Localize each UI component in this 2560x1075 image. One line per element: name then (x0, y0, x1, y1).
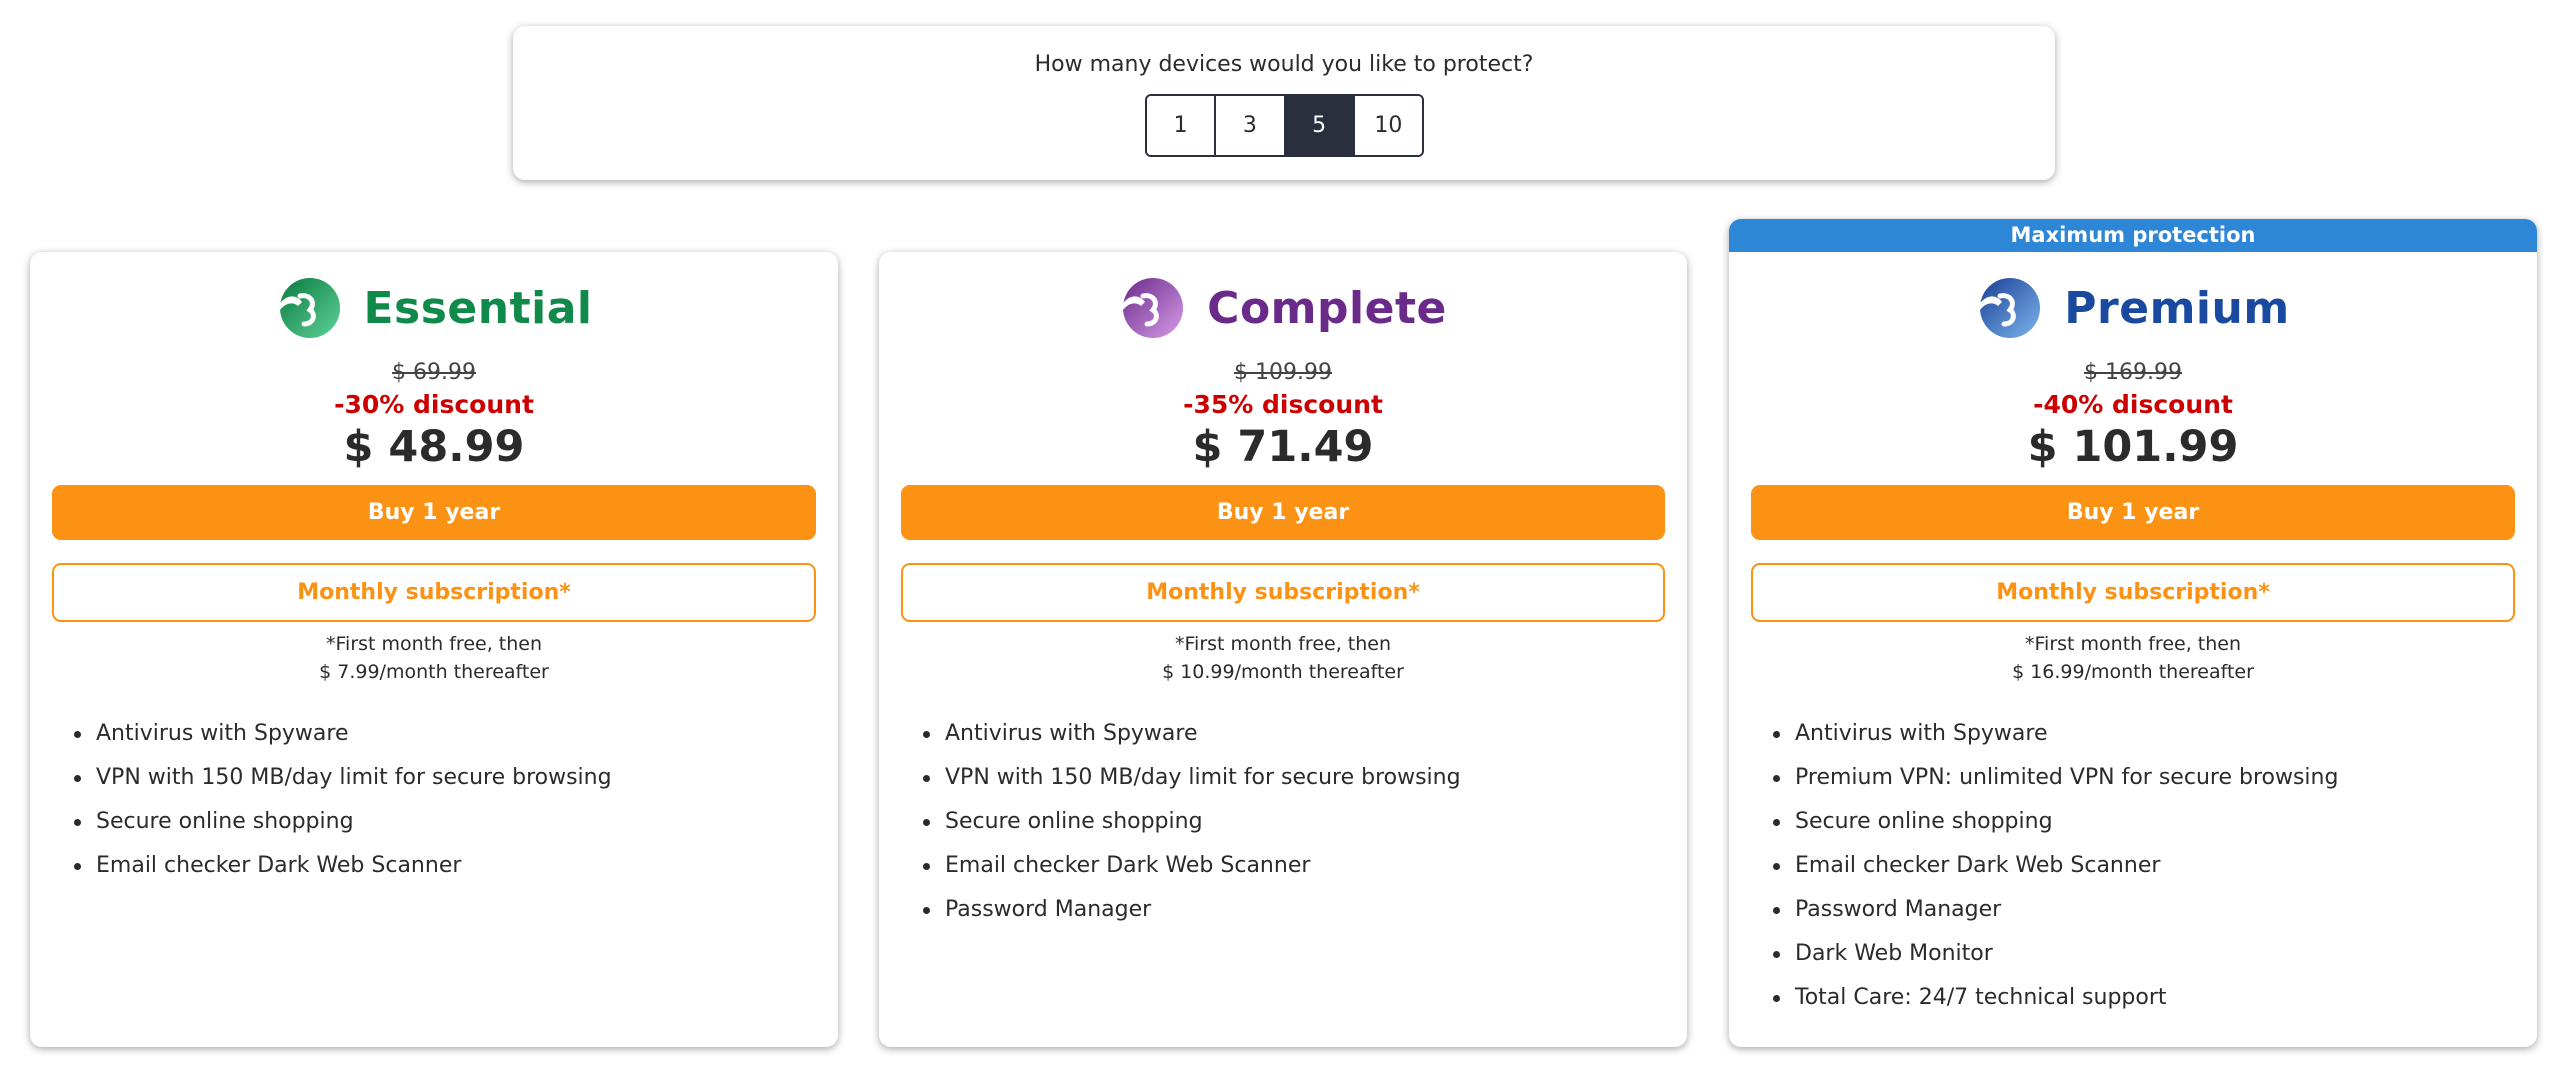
device-option-1[interactable]: 1 (1147, 96, 1217, 155)
feature-item: VPN with 150 MB/day limit for secure bro… (923, 756, 1461, 800)
feature-item: Email checker Dark Web Scanner (74, 844, 612, 888)
buy-1-year-button[interactable]: Buy 1 year (901, 485, 1665, 540)
feature-list: Antivirus with Spyware VPN with 150 MB/d… (74, 712, 612, 888)
feature-item: Secure online shopping (923, 800, 1461, 844)
device-selector-panel: How many devices would you like to prote… (513, 26, 2055, 180)
feature-list: Antivirus with Spyware VPN with 150 MB/d… (923, 712, 1461, 932)
current-price: $ 101.99 (2027, 422, 2239, 472)
plan-card-complete: Complete $ 109.99 -35% discount $ 71.49 … (879, 252, 1687, 1047)
feature-item: Antivirus with Spyware (1773, 712, 2338, 756)
plan-name: Essential (363, 282, 593, 334)
device-question: How many devices would you like to prote… (1034, 52, 1534, 77)
feature-item: Email checker Dark Web Scanner (1773, 844, 2338, 888)
buy-1-year-button[interactable]: Buy 1 year (52, 485, 816, 540)
current-price: $ 48.99 (343, 422, 525, 472)
maximum-protection-ribbon: Maximum protection (1729, 219, 2537, 252)
feature-item: Password Manager (1773, 888, 2338, 932)
monthly-subscription-button[interactable]: Monthly subscription* (901, 563, 1665, 622)
note-line-1: *First month free, then (2025, 633, 2241, 655)
feature-item: Email checker Dark Web Scanner (923, 844, 1461, 888)
subscription-note: *First month free, then $ 16.99/month th… (1729, 630, 2537, 686)
complete-logo-icon (1121, 278, 1184, 338)
feature-item: Secure online shopping (74, 800, 612, 844)
discount-label: -40% discount (2033, 390, 2233, 419)
plan-brand: Premium (1729, 272, 2537, 344)
subscription-note: *First month free, then $ 10.99/month th… (879, 630, 1687, 686)
note-line-1: *First month free, then (326, 633, 542, 655)
device-option-5[interactable]: 5 (1285, 96, 1355, 155)
premium-logo-icon (1978, 278, 2041, 338)
feature-item: Antivirus with Spyware (74, 712, 612, 756)
feature-item: Total Care: 24/7 technical support (1773, 976, 2338, 1020)
plan-brand: Essential (30, 272, 838, 344)
old-price: $ 69.99 (392, 360, 476, 385)
note-line-2: $ 7.99/month thereafter (319, 661, 549, 683)
monthly-subscription-button[interactable]: Monthly subscription* (1751, 563, 2515, 622)
monthly-subscription-button[interactable]: Monthly subscription* (52, 563, 816, 622)
note-line-2: $ 16.99/month thereafter (2012, 661, 2254, 683)
discount-label: -30% discount (334, 390, 534, 419)
device-count-group: 1 3 5 10 (1145, 94, 1424, 157)
device-option-10[interactable]: 10 (1354, 96, 1422, 155)
essential-logo-icon (277, 278, 340, 338)
buy-1-year-button[interactable]: Buy 1 year (1751, 485, 2515, 540)
feature-item: Antivirus with Spyware (923, 712, 1461, 756)
discount-label: -35% discount (1183, 390, 1383, 419)
feature-item: Password Manager (923, 888, 1461, 932)
plan-name: Complete (1207, 282, 1447, 334)
plan-name: Premium (2064, 282, 2290, 334)
note-line-2: $ 10.99/month thereafter (1162, 661, 1404, 683)
feature-item: Premium VPN: unlimited VPN for secure br… (1773, 756, 2338, 800)
subscription-note: *First month free, then $ 7.99/month the… (30, 630, 838, 686)
feature-item: VPN with 150 MB/day limit for secure bro… (74, 756, 612, 800)
note-line-1: *First month free, then (1175, 633, 1391, 655)
plan-brand: Complete (879, 272, 1687, 344)
plan-card-premium: Maximum protection Premium $ 169.99 -40%… (1729, 219, 2537, 1047)
plan-card-essential: Essential $ 69.99 -30% discount $ 48.99 … (30, 252, 838, 1047)
device-option-3[interactable]: 3 (1216, 96, 1286, 155)
feature-list: Antivirus with Spyware Premium VPN: unli… (1773, 712, 2338, 1020)
feature-item: Dark Web Monitor (1773, 932, 2338, 976)
feature-item: Secure online shopping (1773, 800, 2338, 844)
old-price: $ 109.99 (1234, 360, 1332, 385)
current-price: $ 71.49 (1192, 422, 1374, 472)
old-price: $ 169.99 (2084, 360, 2182, 385)
